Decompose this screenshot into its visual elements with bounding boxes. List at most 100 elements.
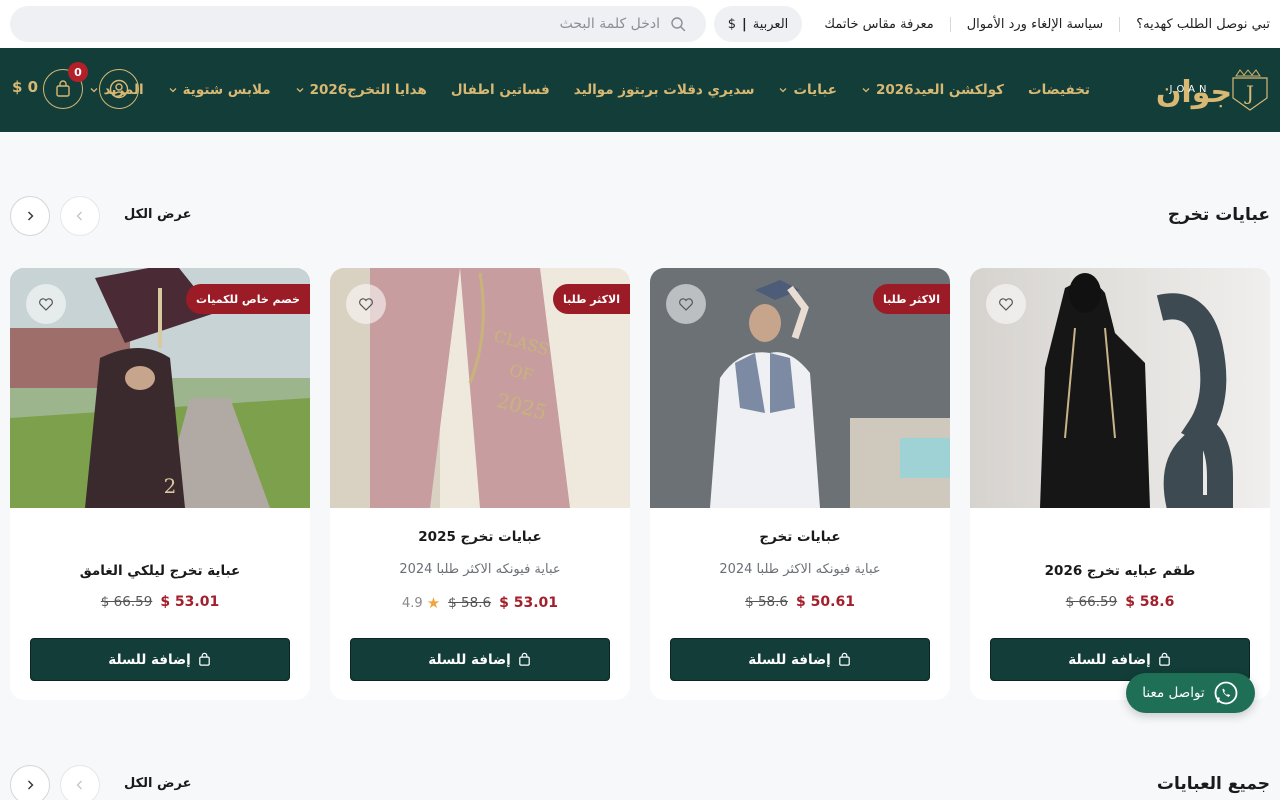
product-badge: خصم خاص للكميات <box>186 284 310 314</box>
nav-item-label: ملابس شتوية <box>182 82 271 98</box>
price-row: $ 58.6 $ 66.59 <box>970 594 1270 610</box>
price-row: $ 50.61 $ 58.6 <box>650 594 950 610</box>
search-input[interactable] <box>60 16 660 32</box>
section-title: عبايات تخرج <box>1167 205 1270 225</box>
shopping-bag-icon <box>1158 652 1170 666</box>
nav-item[interactable]: ملابس شتوية <box>156 82 283 98</box>
product-old-price: $ 66.59 <box>1065 594 1118 610</box>
product-name[interactable]: طقم عبايه تخرج 2026 <box>970 563 1270 579</box>
product-card[interactable]: 2 خصم خاص للكميات عباية تخرج ليلكي الغام… <box>10 268 310 700</box>
product-old-price: $ 58.6 <box>745 594 789 610</box>
product-price: $ 58.6 <box>1125 594 1175 610</box>
product-subtitle: عباية فيونكه الاكثر طلبا 2024 <box>719 562 881 577</box>
add-to-cart-button[interactable]: إضافة للسلة <box>670 638 930 681</box>
top-link-gift-delivery[interactable]: تبي نوصل الطلب كهديه؟ <box>1119 16 1270 32</box>
nav-item[interactable]: سديري دقلات بربتوز مواليد <box>562 82 767 98</box>
logo-initial: J <box>1244 81 1254 105</box>
rating-value: 4.9 <box>402 595 423 611</box>
product-old-price: $ 66.59 <box>100 594 153 610</box>
shopping-bag-icon <box>838 652 850 666</box>
add-to-cart-label: إضافة للسلة <box>1068 651 1151 668</box>
search-bar[interactable] <box>10 6 706 42</box>
shopping-bag-icon <box>518 652 530 666</box>
nav-item[interactable]: فساتين اطفال <box>439 82 562 98</box>
star-icon: ★ <box>426 594 441 612</box>
product-badge: الاكثر طلبا <box>873 284 950 314</box>
chevron-right-icon <box>28 211 34 221</box>
cart-button[interactable]: 0 <box>43 62 88 109</box>
add-to-cart-label: إضافة للسلة <box>108 651 191 668</box>
chevron-down-icon <box>169 88 177 93</box>
whatsapp-contact-button[interactable]: تواصل معنا <box>1126 673 1255 713</box>
view-all-link[interactable]: عرض الكل <box>124 776 191 791</box>
nav-item[interactable]: تخفيضات <box>1016 82 1102 98</box>
main-navigation: J جوان JOAN تخفيضات كولكشن العيد2026 عبايا… <box>0 48 1280 132</box>
carousel-next-button[interactable] <box>10 196 50 236</box>
add-to-cart-button[interactable]: إضافة للسلة <box>350 638 610 681</box>
carousel-prev-button[interactable] <box>60 765 100 800</box>
heart-icon <box>359 298 373 311</box>
wishlist-button[interactable] <box>26 284 66 324</box>
add-to-cart-button[interactable]: إضافة للسلة <box>30 638 290 681</box>
chevron-down-icon <box>296 88 304 93</box>
chevron-left-icon <box>76 780 82 790</box>
product-name[interactable]: عبايات تخرج 2025 <box>330 529 630 545</box>
product-subtitle: عباية فيونكه الاكثر طلبا 2024 <box>399 562 561 577</box>
wishlist-button[interactable] <box>666 284 706 324</box>
product-price: $ 53.01 <box>160 594 220 610</box>
account-button[interactable] <box>99 69 139 109</box>
top-link-refund-policy[interactable]: سياسة الإلغاء ورد الأموال <box>949 16 1119 32</box>
logo-latin: JOAN <box>1169 84 1211 95</box>
shopping-bag-icon <box>56 80 70 97</box>
product-price: $ 50.61 <box>796 594 855 610</box>
product-old-price: $ 58.6 <box>448 595 492 611</box>
nav-item-label: فساتين اطفال <box>450 82 550 98</box>
add-to-cart-label: إضافة للسلة <box>748 651 831 668</box>
chevron-down-icon <box>862 88 870 93</box>
wishlist-button[interactable] <box>346 284 386 324</box>
svg-text:2: 2 <box>164 474 177 498</box>
product-rating: 4.9 ★ <box>402 594 440 612</box>
product-card[interactable]: طقم عبايه تخرج 2026 $ 58.6 $ 66.59 إضافة… <box>970 268 1270 700</box>
top-utility-bar: تبي نوصل الطلب كهديه؟ سياسة الإلغاء ورد … <box>0 0 1280 48</box>
chevron-down-icon <box>90 88 98 93</box>
brand-logo[interactable]: J جوان JOAN <box>1138 66 1268 116</box>
wishlist-button[interactable] <box>986 284 1026 324</box>
user-icon <box>109 79 129 99</box>
product-badge: الاكثر طلبا <box>553 284 630 314</box>
nav-item[interactable]: عبايات <box>766 82 849 98</box>
product-name[interactable]: عباية تخرج ليلكي الغامق <box>10 563 310 579</box>
nav-item[interactable]: كولكشن العيد2026 <box>849 82 1016 98</box>
chevron-left-icon <box>76 211 82 221</box>
nav-item-label: سديري دقلات بربتوز مواليد <box>573 82 755 98</box>
heart-icon <box>39 298 53 311</box>
currency-label: $ <box>727 16 736 32</box>
carousel-prev-button[interactable] <box>60 196 100 236</box>
chevron-right-icon <box>28 780 34 790</box>
top-link-ring-size[interactable]: معرفة مقاس خاتمك <box>808 17 949 32</box>
carousel-next-button[interactable] <box>10 765 50 800</box>
price-row: $ 53.01 $ 66.59 <box>10 594 310 610</box>
whatsapp-label: تواصل معنا <box>1142 685 1205 701</box>
search-icon[interactable] <box>670 16 686 32</box>
add-to-cart-label: إضافة للسلة <box>428 651 511 668</box>
nav-item[interactable]: هدايا التخرج2026 <box>283 82 439 98</box>
view-all-link[interactable]: عرض الكل <box>124 207 191 222</box>
heart-icon <box>999 298 1013 311</box>
nav-menu: تخفيضات كولكشن العيد2026 عبايات سديري دقلات… <box>77 48 1102 132</box>
product-card[interactable]: CLASS OF 2025 الاكثر طلبا عبايات تخرج 20… <box>330 268 630 700</box>
language-currency-selector[interactable]: العربية | $ <box>714 6 802 42</box>
top-links: تبي نوصل الطلب كهديه؟ سياسة الإلغاء ورد … <box>808 0 1270 48</box>
nav-item-label: عبايات <box>793 82 837 98</box>
nav-item-label: كولكشن العيد2026 <box>876 82 1005 98</box>
nav-item-label: هدايا التخرج2026 <box>309 82 427 98</box>
product-name[interactable]: عبايات تخرج <box>650 529 950 545</box>
chevron-down-icon <box>780 88 787 93</box>
whatsapp-icon <box>1214 681 1238 705</box>
cart-count-badge: 0 <box>68 62 88 82</box>
product-card[interactable]: الاكثر طلبا عبايات تخرج عباية فيونكه الا… <box>650 268 950 700</box>
separator: | <box>742 16 747 32</box>
shopping-bag-icon <box>198 652 210 666</box>
nav-item-label: تخفيضات <box>1028 82 1090 98</box>
language-label: العربية <box>752 16 789 32</box>
